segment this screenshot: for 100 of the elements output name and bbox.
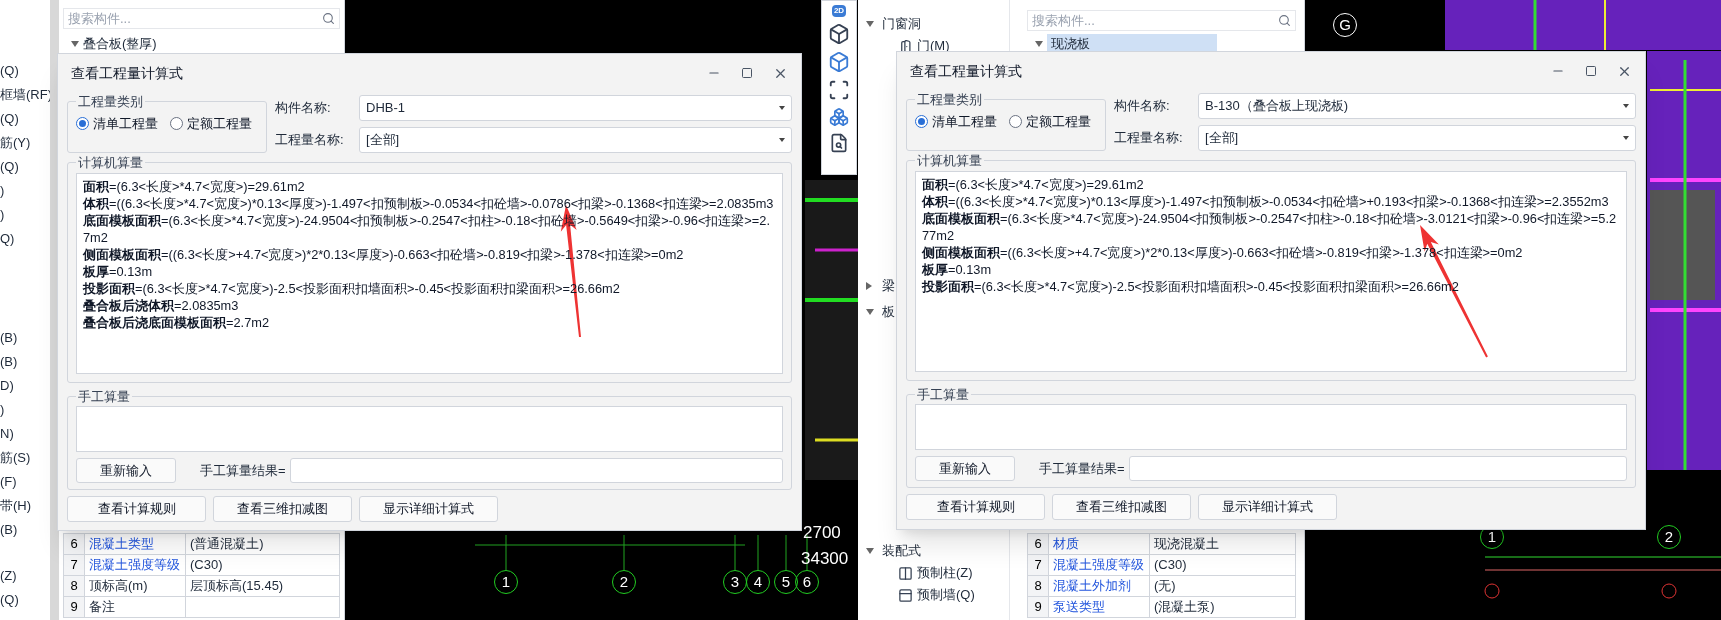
dimension-text: 2700	[803, 522, 841, 544]
group-title: 手工算量	[77, 387, 131, 406]
radio-option[interactable]: 定额工程量	[1009, 111, 1091, 131]
row-number: 7	[64, 555, 85, 575]
dropdown-caret-icon	[1623, 104, 1629, 108]
sidebar-item[interactable]: 筋(Y)	[0, 131, 50, 155]
field-label: 构件名称:	[1114, 97, 1171, 116]
formula-line: 体积=((6.3<长度>*4.7<宽度>)*0.13<厚度>)-1.497<扣预制板>-0.0534<扣砼墙>+0.193<扣梁>-0.1368<扣连梁>=2.3552m3	[922, 192, 1610, 210]
view-2d-button[interactable]: 2D	[831, 5, 847, 17]
tree-item[interactable]: 门窗洞	[882, 14, 921, 34]
property-value: (C30)	[186, 555, 340, 575]
search-icon	[322, 12, 335, 25]
sidebar-item[interactable]: (B)	[0, 518, 50, 542]
dialog-button[interactable]: 查看计算规则	[906, 494, 1045, 520]
tree-item[interactable]: 叠合板(整厚)	[83, 34, 157, 54]
dropdown-caret-icon	[779, 106, 785, 110]
formula-line: 体积=((6.3<长度>*4.7<宽度>)*0.13<厚度>)-1.497<扣预制板>-0.0534<扣砼墙>-0.0786<扣梁>-0.1368<扣连梁>=2.0835m3	[83, 194, 775, 212]
dialog-button[interactable]: 查看计算规则	[67, 496, 206, 522]
formula-line: 面积=(6.3<长度>*4.7<宽度>)=29.61m2	[83, 177, 306, 195]
row-number: 8	[1028, 576, 1049, 596]
sidebar-item[interactable]: Q)	[0, 227, 50, 251]
maximize-icon[interactable]	[741, 67, 753, 79]
component-icon	[898, 587, 913, 603]
component-select[interactable]: DHB-1	[359, 95, 792, 121]
dimension-text: 34300	[801, 548, 849, 570]
dialog-button[interactable]: 显示详细计算式	[359, 496, 498, 522]
radio-option[interactable]: 清单工程量	[76, 113, 158, 133]
reset-button[interactable]: 重新输入	[76, 458, 176, 483]
search-icon	[1278, 14, 1291, 27]
sidebar-item[interactable]: )	[0, 203, 50, 227]
manual-input-area[interactable]	[76, 406, 783, 452]
group-title: 计算机算量	[77, 154, 144, 172]
sidebar-item[interactable]: N)	[0, 422, 50, 446]
window-title: 查看工程量计算式	[910, 61, 1023, 81]
row-number: 9	[64, 597, 85, 617]
dialog-button[interactable]: 显示详细计算式	[1198, 494, 1337, 520]
property-value: 现浇混凝土	[1150, 534, 1296, 554]
property-value: (C30)	[1150, 555, 1296, 575]
tree-item[interactable]: 梁	[882, 276, 895, 296]
sidebar-item[interactable]: (F)	[0, 470, 50, 494]
field-label: 手工算量结果=	[1039, 459, 1125, 478]
reset-button[interactable]: 重新输入	[915, 456, 1015, 481]
dropdown-caret-icon	[1623, 136, 1629, 140]
sidebar-item[interactable]: 筋(S)	[0, 446, 50, 470]
cube-icon[interactable]	[828, 23, 850, 45]
property-value: (混凝土泵)	[1150, 597, 1296, 617]
component-icon	[898, 565, 913, 581]
property-name: 混凝土类型	[85, 534, 186, 554]
group-title: 手工算量	[916, 385, 970, 404]
sidebar-item[interactable]: (B)	[0, 326, 50, 350]
formula-line: 底面模板面积=(6.3<长度>*4.7<宽度>)-24.9504<扣预制板>-0.2547<扣柱>-0.18<扣砼墙>-3.0121<扣梁>-0.96<扣连梁>=5.277m2	[922, 209, 1618, 244]
cube-select-icon[interactable]	[829, 107, 849, 127]
property-name: 混凝土强度等级	[85, 555, 186, 575]
field-label: 工程量名称:	[275, 131, 345, 150]
property-name: 泵送类型	[1049, 597, 1150, 617]
group-title: 工程量类别	[916, 91, 983, 109]
formula-line: 板厚=0.13m	[922, 260, 993, 278]
tree-item[interactable]: 预制柱(Z)	[917, 563, 973, 583]
sidebar-item[interactable]: (Q)	[0, 59, 50, 83]
row-number: 6	[64, 534, 85, 554]
tree-item[interactable]: 装配式	[882, 541, 921, 561]
dialog-button[interactable]: 查看三维扣减图	[213, 496, 352, 522]
frame-select-icon[interactable]	[828, 79, 850, 101]
sidebar-item[interactable]: (Z)	[0, 564, 50, 588]
row-number: 7	[1028, 555, 1049, 575]
row-number: 6	[1028, 534, 1049, 554]
tree-item[interactable]: 预制墙(Q)	[917, 585, 975, 605]
quantity-select[interactable]: [全部]	[359, 127, 792, 153]
window-title: 查看工程量计算式	[71, 63, 184, 83]
property-name: 混凝土强度等级	[1049, 555, 1150, 575]
sidebar-item[interactable]: D)	[0, 374, 50, 398]
formula-line: 叠合板后浇底面模板面积=2.7m2	[83, 313, 271, 331]
sidebar-item[interactable]: )	[0, 398, 50, 422]
row-number: 8	[64, 576, 85, 596]
sidebar-item[interactable]: (Q)	[0, 588, 50, 612]
sidebar-item[interactable]: (B)	[0, 350, 50, 374]
group-title: 工程量类别	[77, 93, 144, 111]
sidebar-item[interactable]: 带(H)	[0, 494, 50, 518]
quantity-select[interactable]: [全部]	[1198, 125, 1636, 151]
component-select[interactable]: B-130（叠合板上现浇板)	[1198, 93, 1636, 119]
component-item[interactable]: 现浇板	[1047, 34, 1217, 54]
tree-item[interactable]: 板	[882, 302, 895, 322]
property-value: (普通混凝土)	[186, 534, 340, 554]
formula-line: 板厚=0.13m	[83, 262, 154, 280]
manual-input-area[interactable]	[915, 404, 1627, 450]
sidebar-item[interactable]: )	[0, 179, 50, 203]
result-field[interactable]	[289, 458, 783, 483]
sidebar-item[interactable]: (Q)	[0, 107, 50, 131]
property-name: 顶标高(m)	[85, 576, 186, 596]
group-title: 计算机算量	[916, 152, 983, 170]
dialog-button[interactable]: 查看三维扣减图	[1052, 494, 1191, 520]
sidebar-item[interactable]: (Q)	[0, 155, 50, 179]
property-name: 备注	[85, 597, 186, 617]
property-name: 混凝土外加剂	[1049, 576, 1150, 596]
result-field[interactable]	[1128, 456, 1627, 481]
radio-option[interactable]: 清单工程量	[915, 111, 997, 131]
radio-option[interactable]: 定额工程量	[170, 113, 252, 133]
formula-line: 叠合板后浇体积=2.0835m3	[83, 296, 240, 314]
maximize-icon[interactable]	[1585, 65, 1597, 77]
field-label: 手工算量结果=	[200, 461, 286, 480]
